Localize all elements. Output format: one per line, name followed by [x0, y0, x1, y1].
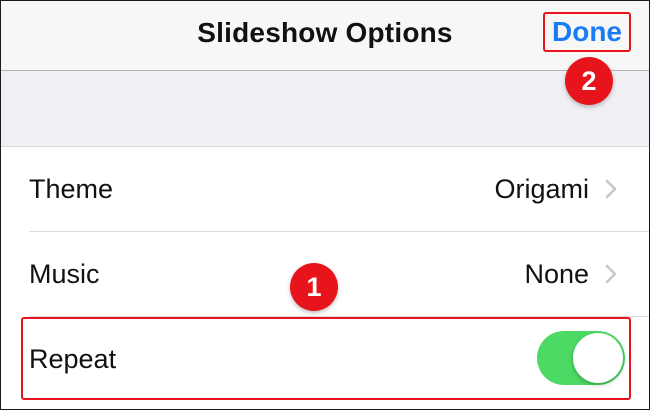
- navigation-bar: Slideshow Options Done: [1, 1, 649, 71]
- toggle-knob: [573, 333, 623, 383]
- step-badge-1: 1: [290, 263, 338, 311]
- chevron-right-icon: [605, 264, 617, 284]
- theme-row[interactable]: Theme Origami: [1, 147, 649, 231]
- repeat-toggle[interactable]: [537, 331, 625, 385]
- app-window: Slideshow Options Done Theme Origami Mus…: [0, 0, 650, 410]
- step-badge-2: 2: [565, 57, 613, 105]
- music-value: None: [524, 259, 589, 289]
- music-label: Music: [29, 259, 100, 289]
- section-spacer: [1, 71, 649, 147]
- theme-label: Theme: [29, 174, 114, 204]
- chevron-right-icon: [605, 179, 617, 199]
- done-button[interactable]: Done: [543, 12, 631, 52]
- theme-value: Origami: [494, 174, 589, 204]
